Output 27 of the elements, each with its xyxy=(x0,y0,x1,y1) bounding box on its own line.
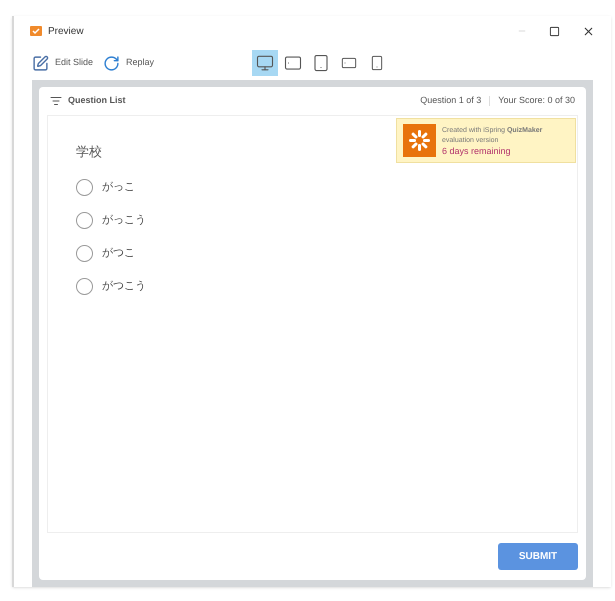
edit-icon xyxy=(32,54,49,72)
question-list-link[interactable]: Question List xyxy=(68,94,126,108)
answer-option[interactable]: がっこ xyxy=(76,178,577,196)
monitor-icon xyxy=(256,54,274,72)
toolbar-button[interactable]: Replay xyxy=(103,54,154,72)
question-text: 学校 xyxy=(76,143,102,161)
tablet-icon xyxy=(284,54,302,72)
radio-button[interactable] xyxy=(76,178,93,196)
radio-button[interactable] xyxy=(76,212,93,228)
device-button[interactable] xyxy=(252,50,278,76)
score-text: Your Score: 0 of 30 xyxy=(498,94,575,108)
tablet-icon xyxy=(312,54,330,72)
radio-button[interactable] xyxy=(76,278,93,294)
maximize-icon[interactable] xyxy=(549,26,560,36)
close-icon[interactable] xyxy=(582,24,595,38)
phone-icon xyxy=(341,55,358,71)
list-icon xyxy=(50,95,62,107)
radio-button[interactable] xyxy=(76,244,93,262)
window-title: Preview xyxy=(48,24,84,38)
toolbar-button[interactable]: Edit Slide xyxy=(32,54,94,72)
replay-icon xyxy=(103,54,120,72)
flower-logo-icon xyxy=(403,124,436,157)
answer-option[interactable]: がつこ xyxy=(76,244,577,262)
remaining-text: 6 days remaining xyxy=(442,146,512,156)
app-logo-icon xyxy=(30,26,42,36)
answer-option[interactable]: がっこう xyxy=(76,211,577,229)
answer-option[interactable]: がつこう xyxy=(76,277,577,295)
